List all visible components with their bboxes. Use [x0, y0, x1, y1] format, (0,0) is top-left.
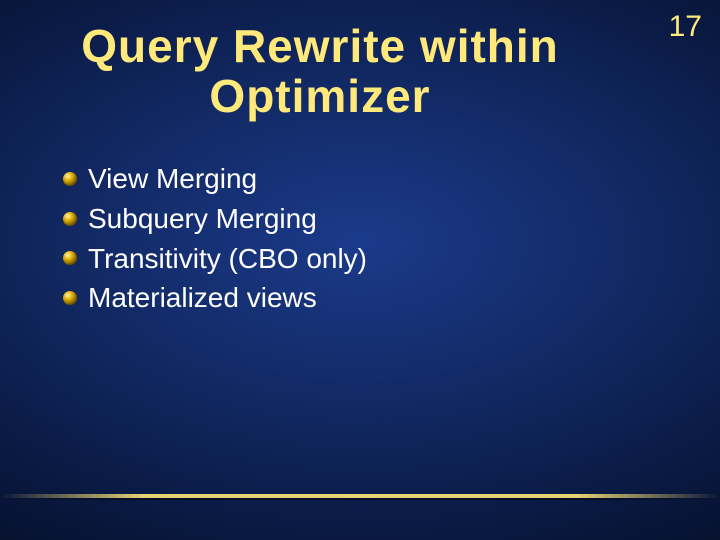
bullet-list: View Merging Subquery Merging Transitivi…	[62, 160, 660, 319]
slide-title: Query Rewrite within Optimizer	[0, 22, 640, 121]
list-item: Transitivity (CBO only)	[62, 240, 660, 278]
bullet-sphere-icon	[62, 290, 78, 306]
bullet-text: Subquery Merging	[88, 200, 317, 238]
footer-divider	[0, 494, 720, 500]
bullet-sphere-icon	[62, 171, 78, 187]
bullet-text: Materialized views	[88, 279, 317, 317]
list-item: Subquery Merging	[62, 200, 660, 238]
title-line-2: Optimizer	[209, 70, 430, 122]
bullet-sphere-icon	[62, 211, 78, 227]
title-line-1: Query Rewrite within	[81, 20, 559, 72]
bullet-text: Transitivity (CBO only)	[88, 240, 367, 278]
list-item: Materialized views	[62, 279, 660, 317]
bullet-text: View Merging	[88, 160, 257, 198]
list-item: View Merging	[62, 160, 660, 198]
page-number: 17	[669, 10, 702, 44]
slide: 17 Query Rewrite within Optimizer	[0, 0, 720, 540]
bullet-sphere-icon	[62, 250, 78, 266]
